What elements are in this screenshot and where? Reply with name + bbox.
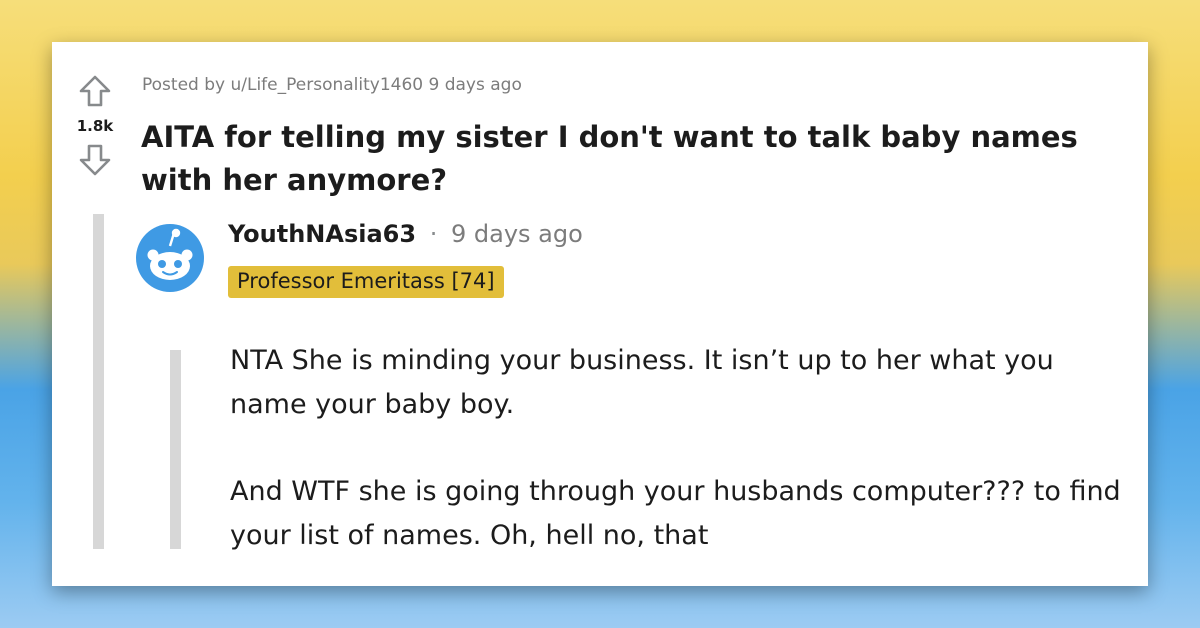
separator-dot: · <box>429 220 438 248</box>
reddit-snoo-avatar-icon[interactable] <box>136 224 204 292</box>
downvote-arrow-icon[interactable] <box>78 143 112 177</box>
upvote-arrow-icon[interactable] <box>78 74 112 108</box>
nested-thread-line[interactable] <box>170 350 181 549</box>
comment-paragraph: And WTF she is going through your husban… <box>230 476 1121 551</box>
post-card: 1.8k Posted by u/Life_Personality1460 9 … <box>52 42 1148 586</box>
comment-author-name[interactable]: YouthNAsia63 <box>228 220 416 248</box>
vote-column: 1.8k <box>66 74 124 177</box>
post-meta[interactable]: Posted by u/Life_Personality1460 9 days … <box>142 75 522 95</box>
comment-timestamp[interactable]: 9 days ago <box>451 220 583 248</box>
user-flair: Professor Emeritass [74] <box>228 266 504 298</box>
comment-body: NTA She is minding your business. It isn… <box>230 339 1130 586</box>
comment-header: YouthNAsia63 · 9 days ago <box>228 220 583 248</box>
post-title[interactable]: AITA for telling my sister I don't want … <box>141 116 1141 202</box>
vote-count: 1.8k <box>76 117 114 135</box>
comment-paragraph: NTA She is minding your business. It isn… <box>230 345 1054 420</box>
thread-line[interactable] <box>93 214 104 549</box>
